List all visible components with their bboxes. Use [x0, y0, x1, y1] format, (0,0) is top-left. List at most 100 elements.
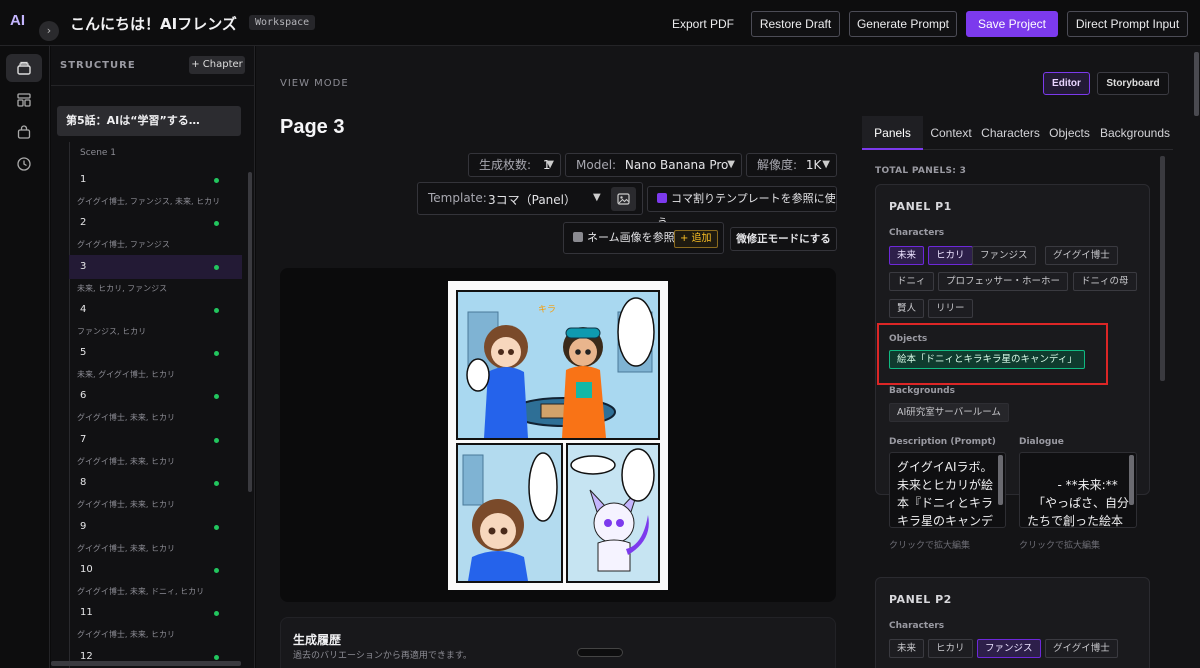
- background-chip[interactable]: AI研究室サーバールーム: [889, 403, 1009, 422]
- template-select[interactable]: Template: 3コマ（Panel） ▼: [417, 182, 643, 215]
- page-characters: ファンジス, ヒカリ: [77, 327, 147, 336]
- checkbox-checked-icon[interactable]: [573, 232, 583, 242]
- add-name-image-button[interactable]: + 追加: [674, 230, 718, 248]
- description-text: グイグイAIラボ。未来とヒカリが絵本『ドニィとキラキラ星のキャンディ』をタブレッ…: [897, 460, 994, 528]
- resolution-label: 解像度:: [757, 158, 798, 172]
- generate-prompt-button[interactable]: Generate Prompt: [849, 11, 957, 37]
- status-dot-icon: [214, 525, 219, 530]
- tab-backgrounds[interactable]: Backgrounds: [1097, 116, 1173, 150]
- add-chapter-button[interactable]: + Chapter: [189, 56, 245, 74]
- inspector-scrollbar[interactable]: [1160, 156, 1165, 381]
- scene-label[interactable]: Scene 1: [80, 148, 116, 158]
- fine-tune-mode-button[interactable]: 微修正モードにする: [730, 227, 837, 251]
- panel-title: PANEL P1: [889, 200, 952, 213]
- history-title: 生成履歴: [293, 633, 342, 647]
- structure-h-scrollbar[interactable]: [51, 661, 241, 666]
- page-item-3[interactable]: 3: [69, 255, 242, 279]
- tab-panels[interactable]: Panels: [862, 116, 923, 150]
- generation-count-select[interactable]: 生成枚数: 1 ▼: [468, 153, 561, 177]
- character-chip[interactable]: ファンジス: [972, 246, 1036, 265]
- status-dot-icon: [214, 308, 219, 313]
- project-title: こんにちは！AIフレンズ: [70, 15, 237, 33]
- page-item-6[interactable]: 6: [69, 384, 242, 408]
- page-item-9[interactable]: 9: [69, 515, 242, 539]
- page-number: 4: [80, 304, 87, 315]
- status-dot-icon: [214, 394, 219, 399]
- tab-characters[interactable]: Characters: [979, 116, 1042, 150]
- history-toggle[interactable]: [577, 648, 623, 657]
- app-logo: AI: [10, 12, 25, 29]
- sfx-text: キラ: [538, 304, 556, 315]
- tab-context[interactable]: Context: [928, 116, 974, 150]
- resolution-select[interactable]: 解像度: 1K ▼: [746, 153, 837, 177]
- page-item-11[interactable]: 11: [69, 601, 242, 625]
- storyboard-mode-button[interactable]: Storyboard: [1097, 72, 1169, 95]
- template-reference-checkbox[interactable]: コマ割りテンプレートを参照に使う: [647, 186, 837, 229]
- editor-mode-button[interactable]: Editor: [1043, 72, 1090, 95]
- structure-scrollbar[interactable]: [248, 172, 252, 492]
- textarea-scrollbar[interactable]: [998, 455, 1003, 505]
- page-item-8[interactable]: 8: [69, 471, 242, 495]
- panel-card-p1: PANEL P1 Characters 未来 ヒカリ ファンジス グイグイ博士ドニィプ…: [875, 184, 1150, 551]
- episode-item[interactable]: 第5話：AIは“学習”する…: [57, 106, 241, 136]
- character-chip[interactable]: グイグイ博士: [1045, 639, 1118, 658]
- character-chip[interactable]: グイグイ博士: [1045, 246, 1118, 265]
- page-number: 6: [80, 390, 87, 401]
- sidebar-toggle-icon[interactable]: ›: [39, 21, 59, 41]
- model-select[interactable]: Model: Nano Banana Pro ▼: [565, 153, 742, 177]
- page-item-7[interactable]: 7: [69, 428, 242, 452]
- history-icon[interactable]: [6, 150, 42, 178]
- chevron-down-icon: ▼: [546, 159, 554, 170]
- checkbox-checked-icon: [657, 193, 667, 203]
- character-chip[interactable]: 未来: [889, 639, 925, 658]
- chevron-down-icon: ▼: [593, 192, 601, 203]
- character-chip[interactable]: 賢人: [889, 299, 925, 318]
- page-number: 8: [80, 477, 87, 488]
- page-number: 9: [80, 521, 87, 532]
- character-chip[interactable]: ヒカリ: [928, 246, 973, 265]
- page-item-1[interactable]: 1: [69, 168, 242, 192]
- character-chip[interactable]: リリー: [928, 299, 973, 318]
- page-characters: グイグイ博士, 未来, ヒカリ: [77, 500, 176, 509]
- total-panels-count: TOTAL PANELS: 3: [875, 166, 967, 176]
- textarea-scrollbar[interactable]: [1129, 455, 1134, 505]
- status-dot-icon: [214, 655, 219, 660]
- character-chip[interactable]: ドニィの母: [1073, 272, 1137, 291]
- characters-label: Characters: [889, 228, 945, 238]
- page-item-2[interactable]: 2: [69, 211, 242, 235]
- direct-prompt-input-button[interactable]: Direct Prompt Input: [1067, 11, 1188, 37]
- tab-objects[interactable]: Objects: [1047, 116, 1092, 150]
- panel-inspector: Panels Context Characters Objects Backgr…: [862, 116, 1173, 668]
- character-chip[interactable]: ドニィ: [889, 272, 934, 291]
- character-chip[interactable]: 未来: [889, 246, 925, 265]
- page-characters: グイグイ博士, 未来, ドニィ, ヒカリ: [77, 587, 205, 596]
- model-label: Model:: [576, 158, 617, 172]
- character-chip[interactable]: ヒカリ: [928, 639, 973, 658]
- layout-icon[interactable]: [6, 86, 42, 114]
- page-number: 7: [80, 434, 87, 445]
- page-characters: グイグイ博士, ファンジス, 未来, ヒカリ: [77, 197, 221, 206]
- page-item-5[interactable]: 5: [69, 341, 242, 365]
- model-value: Nano Banana Pro: [624, 158, 729, 172]
- character-chip[interactable]: プロフェッサー・ホーホー: [938, 272, 1069, 291]
- manga-panel-2: [456, 443, 563, 583]
- template-value: 3コマ（Panel）: [488, 193, 577, 207]
- dialogue-textarea[interactable]: - **未来:** 「やっぱさ、自分たちで創った絵本って最高だね: [1019, 452, 1137, 528]
- description-textarea[interactable]: グイグイAIラボ。未来とヒカリが絵本『ドニィとキラキラ星のキャンディ』をタブレッ…: [889, 452, 1006, 528]
- manga-page-image[interactable]: キラ: [448, 281, 668, 590]
- bag-icon[interactable]: [6, 118, 42, 146]
- save-project-button[interactable]: Save Project: [966, 11, 1058, 37]
- name-image-reference: ネーム画像を参照 + 追加: [563, 222, 724, 254]
- page-item-4[interactable]: 4: [69, 298, 242, 322]
- page-item-10[interactable]: 10: [69, 558, 242, 582]
- export-pdf-button[interactable]: Export PDF: [665, 11, 741, 37]
- image-icon[interactable]: [611, 187, 636, 211]
- main-scrollbar[interactable]: [1194, 52, 1199, 116]
- chevron-down-icon: ▼: [727, 159, 735, 170]
- restore-draft-button[interactable]: Restore Draft: [751, 11, 840, 37]
- status-dot-icon: [214, 611, 219, 616]
- library-icon[interactable]: [6, 54, 42, 82]
- character-chip[interactable]: ファンジス: [977, 639, 1041, 658]
- status-dot-icon: [214, 438, 219, 443]
- resolution-value: 1K: [805, 158, 822, 172]
